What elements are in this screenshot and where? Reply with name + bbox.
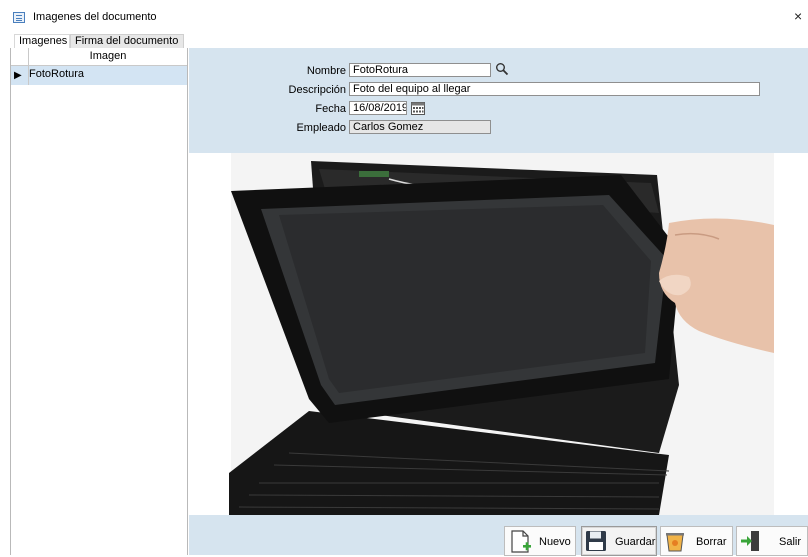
label-descripcion: Descripción <box>288 84 346 96</box>
descripcion-field[interactable]: Foto del equipo al llegar <box>349 82 760 96</box>
window-title: Imagenes del documento <box>33 11 157 23</box>
salir-button[interactable]: Salir <box>736 526 808 556</box>
grid-row[interactable]: ▶ FotoRotura <box>11 66 187 85</box>
tab-firma-del-documento[interactable]: Firma del documento <box>70 34 184 48</box>
grid-cell-imagen[interactable]: FotoRotura <box>29 68 84 80</box>
borrar-button[interactable]: Borrar <box>660 526 733 556</box>
title-bar: Imagenes del documento × <box>0 0 808 30</box>
nombre-field[interactable]: FotoRotura <box>349 63 491 77</box>
image-preview <box>189 153 808 515</box>
guardar-button[interactable]: Guardar <box>581 526 657 556</box>
column-header-imagen[interactable]: Imagen <box>29 50 187 62</box>
form-window-icon <box>13 12 25 23</box>
floppy-disk-icon <box>585 530 607 555</box>
nuevo-button[interactable]: Nuevo <box>504 526 576 556</box>
trash-bin-icon <box>664 530 686 555</box>
tab-imagenes[interactable]: Imagenes <box>14 34 70 48</box>
salir-label: Salir <box>779 536 802 548</box>
row-indicator-icon: ▶ <box>14 70 22 81</box>
calendar-icon[interactable] <box>411 101 425 118</box>
label-nombre: Nombre <box>306 65 346 77</box>
empleado-field: Carlos Gomez <box>349 120 491 134</box>
label-empleado: Empleado <box>296 122 346 134</box>
grid-corner <box>11 48 29 65</box>
exit-door-icon <box>740 530 762 555</box>
label-fecha: Fecha <box>315 103 346 115</box>
laptop-photo <box>189 153 808 515</box>
search-icon[interactable] <box>495 62 509 79</box>
fecha-field[interactable]: 16/08/2019 <box>349 101 407 115</box>
borrar-label: Borrar <box>696 536 727 548</box>
images-grid: Imagen ▶ FotoRotura <box>10 48 188 555</box>
close-button[interactable]: × <box>794 8 808 24</box>
new-document-icon <box>509 530 533 557</box>
grid-header: Imagen <box>11 48 187 66</box>
nuevo-label: Nuevo <box>539 536 571 548</box>
guardar-label: Guardar <box>615 536 656 548</box>
